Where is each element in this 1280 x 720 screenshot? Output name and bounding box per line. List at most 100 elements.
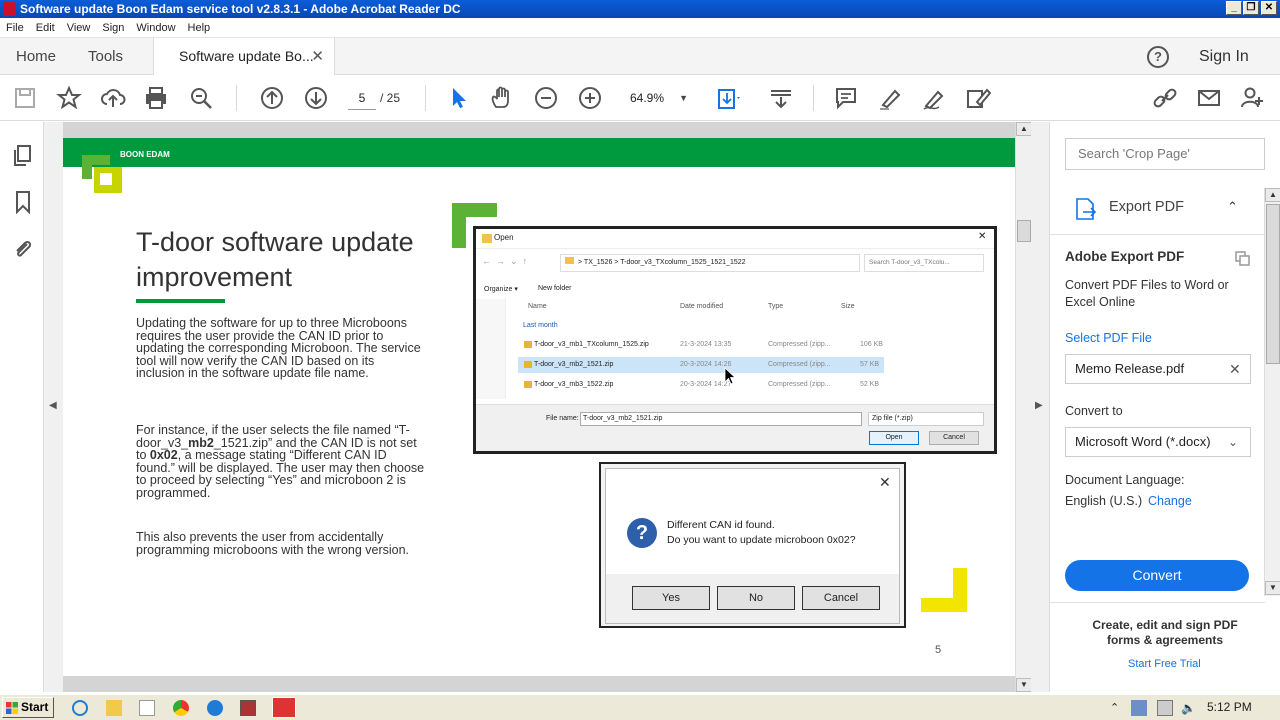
highlight-pen-icon[interactable]	[877, 85, 903, 111]
tab-tools[interactable]: Tools	[88, 38, 123, 75]
dialog-nav-pane	[476, 299, 506, 399]
scroll-up-icon[interactable]: ▲	[1265, 188, 1280, 202]
file-name: T-door_v3_mb3_1522.zip	[534, 381, 614, 388]
file-type: Compressed (zipp...	[768, 381, 831, 388]
fill-sign-icon[interactable]	[965, 85, 992, 111]
export-pdf-header[interactable]: Export PDF ⌃	[1065, 186, 1265, 228]
scroll-mode-icon[interactable]	[768, 85, 794, 111]
zoom-search-icon[interactable]	[188, 85, 214, 111]
format-select[interactable]: Microsoft Word (*.docx) ⌄	[1065, 427, 1251, 457]
message-box: ✕ ? Different CAN id found. Do you want …	[605, 468, 900, 624]
sign-pen-icon[interactable]	[921, 85, 947, 111]
file-type: Compressed (zipp...	[768, 361, 831, 368]
boon-edam-logo-icon	[82, 155, 122, 193]
menu-view[interactable]: View	[61, 18, 97, 38]
menu-window[interactable]: Window	[130, 18, 181, 38]
tray-expand-icon[interactable]: ⌃	[1110, 700, 1126, 716]
add-user-icon[interactable]	[1239, 85, 1265, 111]
minimize-button[interactable]: _	[1226, 1, 1242, 15]
volume-icon[interactable]: 🔈	[1181, 700, 1197, 716]
collapse-right-icon[interactable]: ▶	[1035, 400, 1043, 411]
media-player-icon[interactable]	[139, 700, 155, 716]
tools-pane-scrollbar[interactable]: ▲ ▼	[1264, 188, 1280, 596]
share-link-icon[interactable]	[1152, 85, 1178, 111]
attachments-icon[interactable]	[12, 236, 34, 260]
tab-document[interactable]: Software update Bo... ✕	[153, 38, 335, 76]
page-header-bar: BOON EDAM	[63, 138, 1015, 167]
fit-page-icon[interactable]	[716, 85, 742, 111]
print-icon[interactable]	[143, 85, 169, 111]
email-icon[interactable]	[1196, 85, 1222, 111]
tab-close-icon[interactable]: ✕	[311, 38, 324, 75]
change-language-link[interactable]: Change	[1148, 494, 1192, 508]
document-viewport[interactable]: BOON EDAM T-door software update improve…	[63, 122, 1015, 692]
upload-cloud-icon[interactable]	[100, 85, 126, 111]
start-button[interactable]: Start	[2, 697, 54, 718]
bookmark-star-icon[interactable]	[56, 85, 82, 111]
open-button: Open	[869, 431, 919, 445]
winrar-icon[interactable]	[240, 700, 256, 716]
boon-edam-logo-text: BOON EDAM	[120, 150, 170, 159]
select-cursor-icon[interactable]	[446, 85, 472, 111]
chevron-up-icon[interactable]: ⌃	[1227, 186, 1238, 228]
no-button: No	[717, 586, 795, 610]
previous-page-icon[interactable]	[259, 85, 285, 111]
selected-file-field[interactable]: Memo Release.pdf ✕	[1065, 354, 1251, 384]
save-icon[interactable]	[12, 85, 38, 111]
copy-icon[interactable]	[1234, 250, 1250, 266]
comment-icon[interactable]	[833, 85, 859, 111]
page-number-input[interactable]: 5	[348, 86, 376, 110]
sign-in-link[interactable]: Sign In	[1199, 38, 1249, 75]
internet-explorer-icon[interactable]	[72, 700, 88, 716]
tab-home[interactable]: Home	[16, 38, 56, 75]
right-pane-collapse[interactable]: ▶	[1031, 122, 1049, 692]
path-separator: >	[614, 259, 619, 266]
scrollbar-thumb[interactable]	[1266, 204, 1280, 364]
select-pdf-link[interactable]: Select PDF File	[1065, 331, 1152, 345]
chrome-icon[interactable]	[173, 700, 189, 716]
clear-file-icon[interactable]: ✕	[1229, 355, 1241, 383]
scroll-down-icon[interactable]: ▼	[1265, 581, 1280, 595]
start-free-trial-link[interactable]: Start Free Trial	[1128, 658, 1201, 670]
zoom-out-icon[interactable]	[533, 85, 559, 111]
scrollbar-thumb[interactable]	[1017, 220, 1031, 242]
acrobat-taskbar-icon[interactable]	[272, 697, 296, 718]
convert-button[interactable]: Convert	[1065, 560, 1249, 591]
zoom-in-icon[interactable]	[577, 85, 603, 111]
next-page-icon[interactable]	[303, 85, 329, 111]
path-segment: TX_1526	[583, 259, 613, 266]
file-size: 106 KB	[860, 341, 883, 348]
export-description: Convert PDF Files to Word or Excel Onlin…	[1065, 278, 1229, 309]
menu-edit[interactable]: Edit	[30, 18, 61, 38]
bookmarks-icon[interactable]	[12, 190, 34, 215]
nav-arrows-icon: ← → ⌄ ↑	[482, 256, 528, 266]
close-window-button[interactable]: ✕	[1261, 1, 1277, 15]
tools-pane: Search 'Crop Page' Export PDF ⌃ Adobe Ex…	[1049, 122, 1280, 692]
file-size: 52 KB	[860, 381, 880, 388]
hand-tool-icon[interactable]	[488, 85, 514, 111]
help-icon[interactable]: ?	[1147, 46, 1169, 68]
restore-button[interactable]: ❐	[1243, 1, 1259, 15]
file-explorer-icon[interactable]	[106, 700, 122, 716]
zoom-level-select[interactable]: 64.9% ▼	[622, 86, 694, 110]
menu-help[interactable]: Help	[182, 18, 217, 38]
file-row: T-door_v3_mb3_1522.zip 20-3-2024 14:27 C…	[518, 377, 884, 393]
scroll-up-icon[interactable]: ▲	[1016, 122, 1032, 136]
chevron-down-icon: ▼	[679, 93, 688, 103]
divider	[1050, 602, 1265, 603]
menu-file[interactable]: File	[0, 18, 30, 38]
page-thumbnails-icon[interactable]	[12, 144, 34, 168]
edge-icon[interactable]	[207, 700, 223, 716]
open-dialog-screenshot: Open ✕ ← → ⌄ ↑ > TX_1526 > T-door_v3_TXc…	[473, 226, 997, 454]
cancel-button: Cancel	[802, 586, 880, 610]
document-scrollbar[interactable]: ▲ ▼	[1015, 122, 1032, 692]
scroll-down-icon[interactable]: ▼	[1016, 678, 1032, 692]
dialog-search: Search T-door_v3_TXcolu...	[864, 254, 984, 272]
tools-search-input[interactable]: Search 'Crop Page'	[1065, 138, 1265, 170]
network-icon[interactable]	[1157, 700, 1173, 716]
menu-sign[interactable]: Sign	[96, 18, 130, 38]
menu-bar: File Edit View Sign Window Help	[0, 18, 1280, 38]
expand-left-icon[interactable]: ◀	[49, 400, 57, 411]
left-pane-collapse[interactable]: ◀	[44, 122, 63, 692]
tray-app-icon[interactable]	[1131, 700, 1147, 716]
